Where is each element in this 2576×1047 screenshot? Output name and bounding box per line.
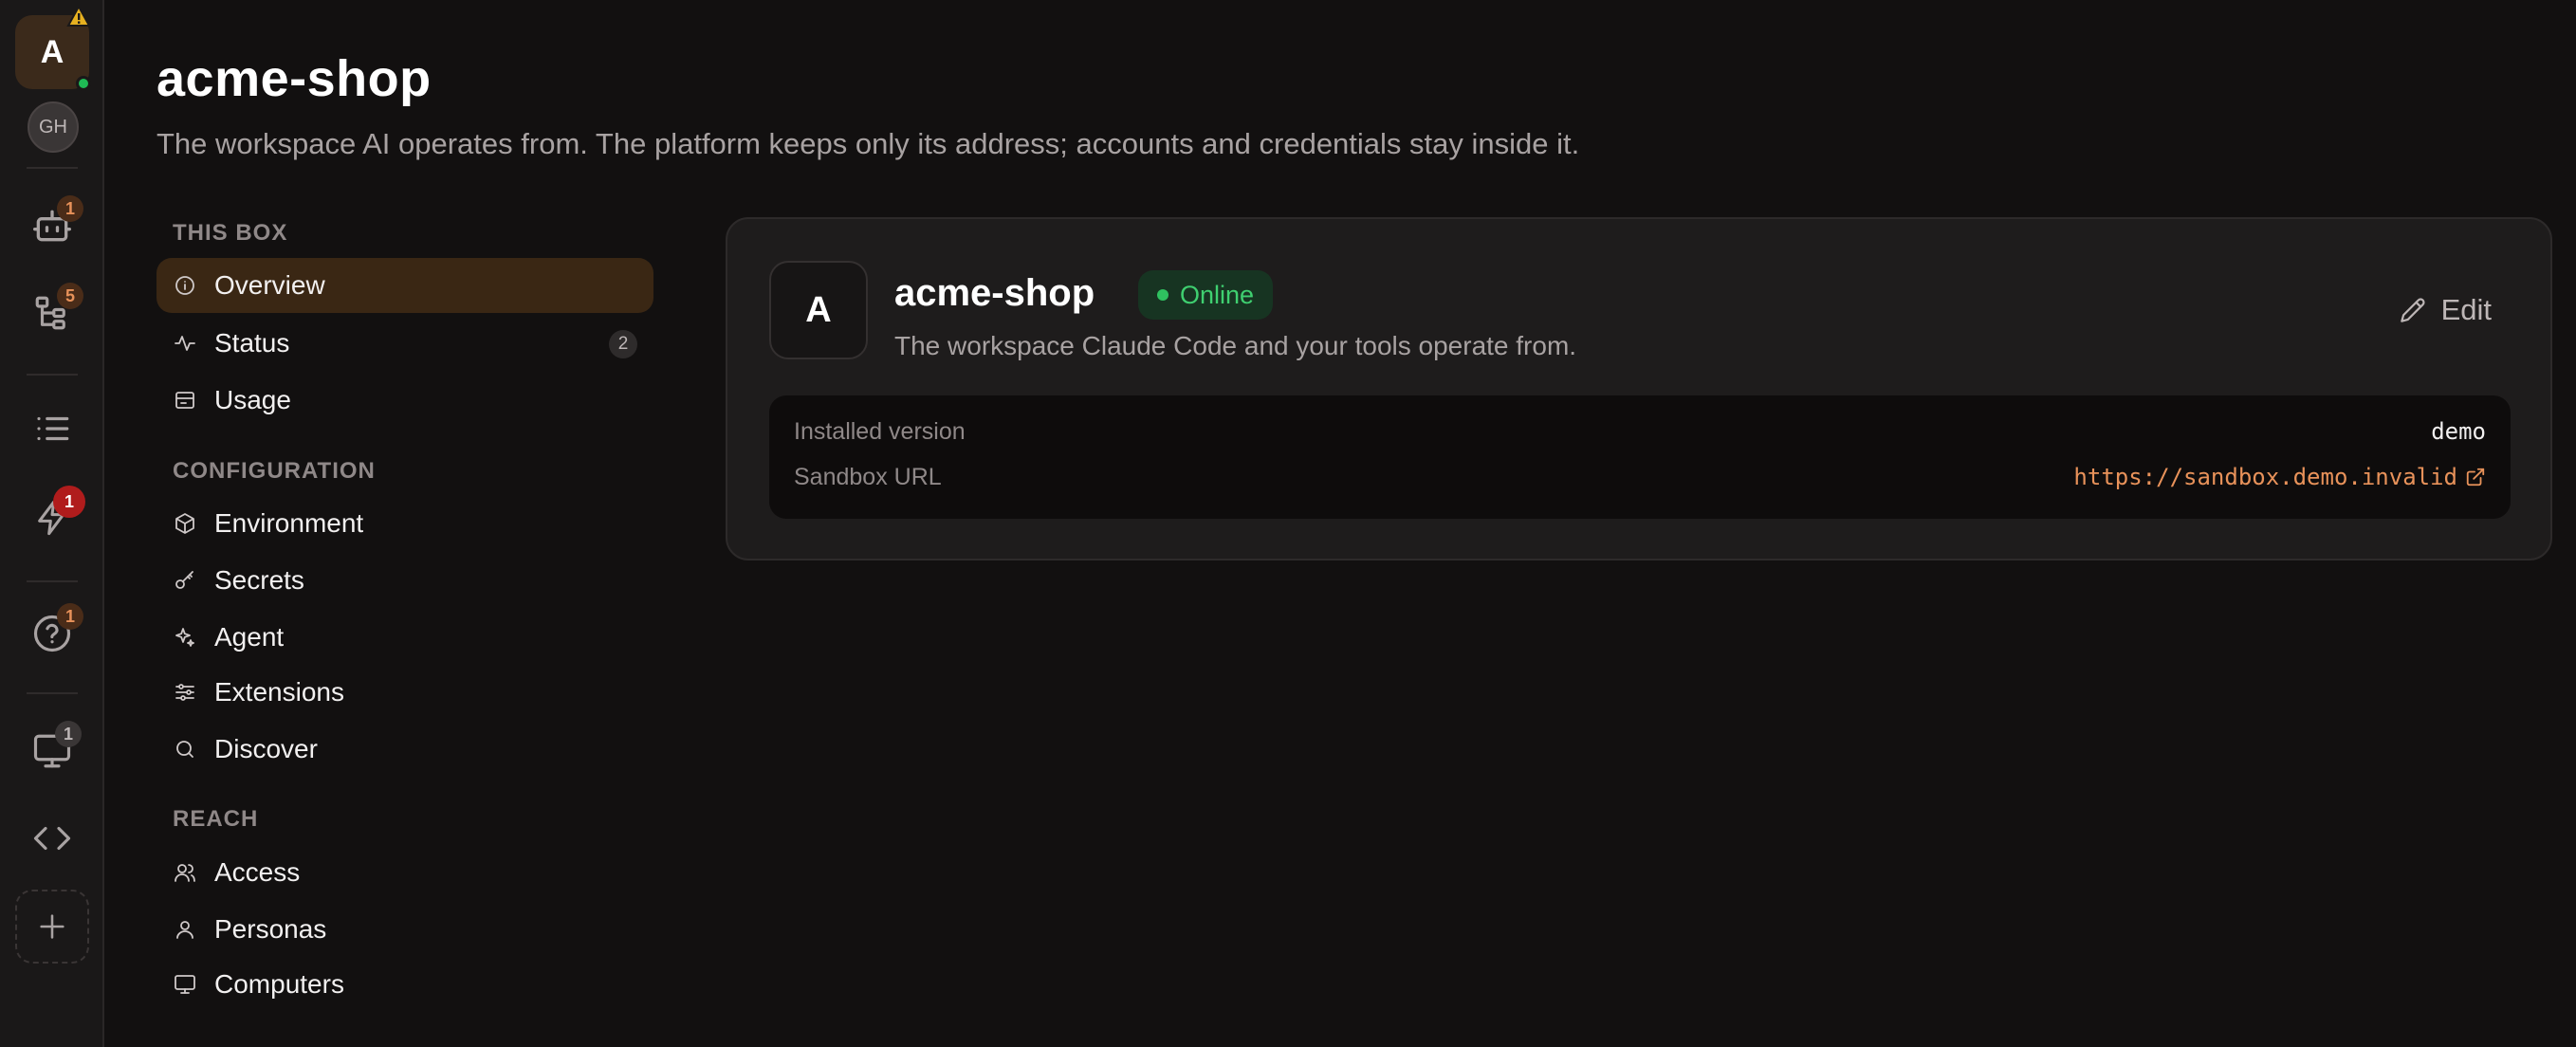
nav-item-label: Extensions [214,677,344,707]
computers-badge: 1 [55,721,82,747]
nav-item-label: Agent [214,622,285,652]
plus-icon [40,914,64,939]
list-icon [37,416,69,441]
user-avatar-initials: GH [39,116,67,138]
help-nav[interactable] [0,607,104,660]
workspace-online-dot [76,76,91,91]
page-subtitle: The workspace AI operates from. The plat… [156,127,1580,160]
cube-icon [173,511,197,536]
search-icon [173,737,197,762]
installed-version-value: demo [2431,418,2486,445]
nav-item-environment[interactable]: Environment [156,496,653,551]
status-badge-label: Online [1180,280,1255,309]
status-badge: Online [1138,270,1274,320]
workspace-overview-card: A acme-shop Online The workspace Claude … [726,217,2552,560]
app-rail: A GH 1 5 1 1 1 [0,0,104,1047]
page-title: acme-shop [156,50,432,107]
triggers-badge: 1 [53,486,85,518]
monitor-icon [173,972,197,997]
list-nav[interactable] [0,402,104,455]
sandbox-url-label: Sandbox URL [794,464,942,490]
agents-nav[interactable] [0,199,104,252]
nav-item-label: Personas [214,914,327,944]
rail-divider [27,692,78,694]
nav-item-label: Environment [214,508,364,538]
nav-item-usage[interactable]: Usage [156,373,653,428]
workspace-name: acme-shop [894,272,1095,314]
key-icon [173,568,197,593]
flows-badge: 5 [57,283,83,309]
code-nav[interactable] [0,812,104,865]
nav-item-secrets[interactable]: Secrets [156,553,653,608]
workspace-card-avatar: A [769,261,868,359]
workspace-description: The workspace Claude Code and your tools… [894,331,1577,360]
usage-icon [173,388,197,413]
rail-divider [27,167,78,169]
online-dot-icon [1157,289,1168,301]
info-icon [173,273,197,298]
rail-divider [27,580,78,582]
computers-nav[interactable] [0,725,104,778]
code-icon [33,826,71,851]
nav-section-configuration: CONFIGURATION [173,458,376,484]
nav-item-access[interactable]: Access [156,845,653,900]
sparkles-icon [173,625,197,650]
status-count-badge: 2 [609,330,637,358]
agents-badge: 1 [57,195,83,222]
nav-section-this-box: THIS BOX [173,220,288,246]
pencil-icon [2400,298,2425,322]
user-avatar[interactable]: GH [28,101,79,153]
nav-item-label: Usage [214,385,291,414]
nav-item-discover[interactable]: Discover [156,722,653,777]
users-icon [173,860,197,885]
warning-icon[interactable] [66,4,91,32]
nav-item-overview[interactable]: Overview [156,258,653,313]
user-icon [173,917,197,942]
workspace-card-avatar-initial: A [805,289,832,330]
nav-item-label: Access [214,857,301,887]
edit-button[interactable]: Edit [2400,293,2492,327]
nav-item-label: Secrets [214,565,304,595]
sandbox-url-text: https://sandbox.demo.invalid [2073,464,2457,490]
nav-item-extensions[interactable]: Extensions [156,665,653,720]
add-workspace-button[interactable] [15,890,89,964]
rail-divider [27,374,78,376]
help-badge: 1 [57,603,83,630]
edit-button-label: Edit [2440,293,2492,326]
triggers-nav[interactable] [0,491,104,544]
installed-version-label: Installed version [794,418,966,445]
nav-item-personas[interactable]: Personas [156,902,653,957]
nav-item-label: Computers [214,969,344,999]
nav-item-status[interactable]: Status 2 [156,316,653,371]
external-link-icon [2466,468,2485,487]
nav-item-label: Status [214,328,290,358]
nav-item-label: Discover [214,734,318,763]
workspace-info-box: Installed version demo Sandbox URL https… [769,395,2511,519]
flows-nav[interactable] [0,286,104,340]
sandbox-url-link[interactable]: https://sandbox.demo.invalid [2073,464,2486,490]
sliders-icon [173,680,197,705]
nav-section-reach: REACH [173,806,259,832]
activity-icon [173,331,197,356]
workspace-avatar-initial: A [40,33,64,70]
nav-item-label: Overview [214,270,325,300]
nav-item-computers[interactable]: Computers [156,957,653,1012]
nav-item-agent[interactable]: Agent [156,610,653,665]
